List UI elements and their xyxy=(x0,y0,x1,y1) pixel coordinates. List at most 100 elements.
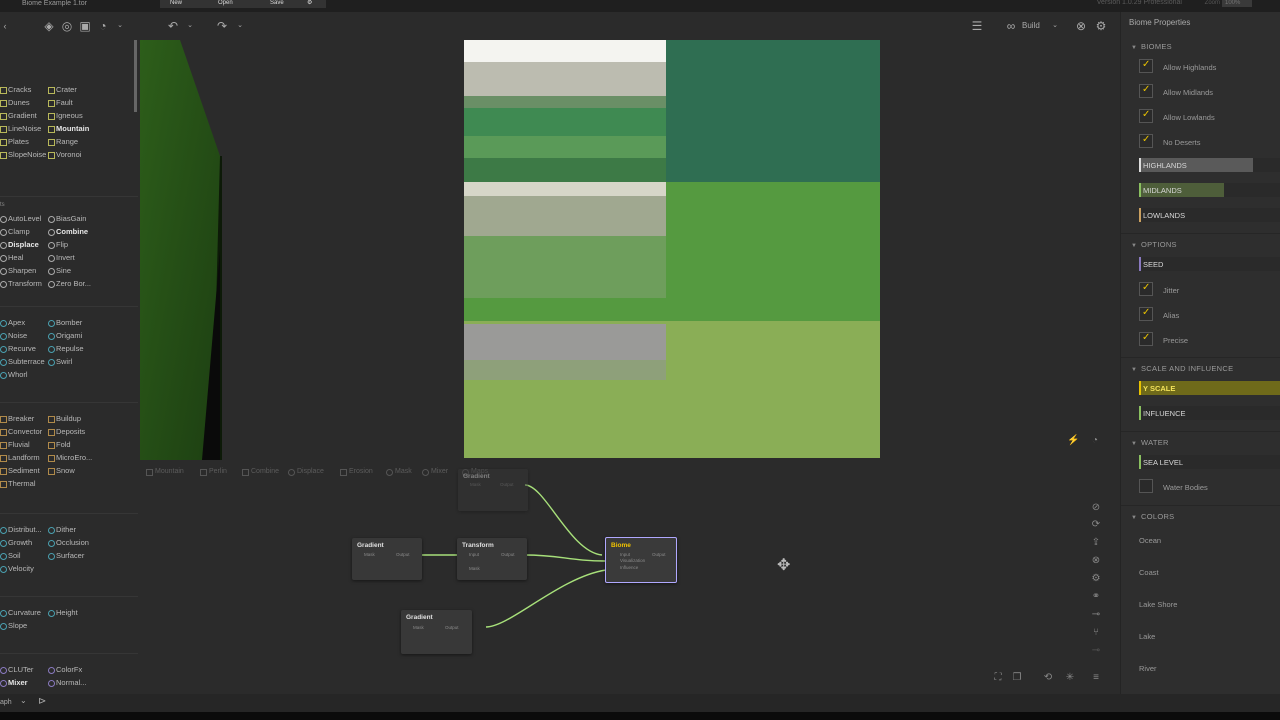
connect-icon[interactable]: ⊸ xyxy=(1090,609,1102,621)
disable-icon[interactable]: ⊘ xyxy=(1090,502,1102,514)
library-item-thermal[interactable]: Thermal xyxy=(0,479,36,489)
library-item-swirl[interactable]: Swirl xyxy=(48,357,72,367)
library-item-invert[interactable]: Invert xyxy=(48,253,75,263)
undo-icon[interactable]: ↶ xyxy=(166,19,180,33)
filter-mixer[interactable]: Mixer xyxy=(422,467,448,477)
influence-slider[interactable]: INFLUENCE xyxy=(1139,406,1280,420)
library-item-fault[interactable]: Fault xyxy=(48,98,73,108)
color-row-lake[interactable]: Lake xyxy=(1139,632,1155,641)
layout-icon[interactable]: ☰ xyxy=(970,19,984,33)
filter-erosion[interactable]: Erosion xyxy=(340,467,373,477)
fit-view-icon[interactable]: ⛶ xyxy=(992,672,1004,684)
target-icon[interactable]: ⊗ xyxy=(1074,19,1088,33)
library-item-noise[interactable]: Noise xyxy=(0,331,27,341)
library-item-transform[interactable]: Transform xyxy=(0,279,42,289)
library-item-range[interactable]: Range xyxy=(48,137,78,147)
merge-icon[interactable]: ⊸ xyxy=(1090,645,1102,657)
library-item-breaker[interactable]: Breaker xyxy=(0,414,34,424)
library-item-distribut[interactable]: Distribut... xyxy=(0,525,42,535)
color-row-ocean[interactable]: Ocean xyxy=(1139,536,1161,545)
library-item-landform[interactable]: Landform xyxy=(0,453,40,463)
refresh-icon[interactable]: ⟲ xyxy=(1042,672,1054,684)
highlands-slider[interactable]: HIGHLANDS xyxy=(1139,158,1280,172)
menu-icon[interactable]: ≡ xyxy=(1090,672,1102,684)
library-item-recurve[interactable]: Recurve xyxy=(0,344,36,354)
library-item-slopenoise[interactable]: SlopeNoise xyxy=(0,150,46,160)
library-item-biasgain[interactable]: BiasGain xyxy=(48,214,86,224)
graph-tab-chevron-icon[interactable]: ⌄ xyxy=(20,696,27,705)
gradient-node-bottom[interactable]: Gradient Mask Output xyxy=(401,610,472,654)
undo-history-chevron-icon[interactable]: ⌄ xyxy=(183,19,197,33)
frame-icon[interactable]: ❐ xyxy=(1011,672,1023,684)
library-item-flip[interactable]: Flip xyxy=(48,240,68,250)
camera-icon[interactable]: ▣ xyxy=(78,19,92,33)
redo-icon[interactable]: ↷ xyxy=(215,19,229,33)
allow-midlands-checkbox[interactable] xyxy=(1139,84,1153,98)
bolt-icon[interactable]: ⚡ xyxy=(1067,435,1079,447)
library-item-whorl[interactable]: Whorl xyxy=(0,370,28,380)
option-jitter-checkbox[interactable] xyxy=(1139,282,1153,296)
library-item-sine[interactable]: Sine xyxy=(48,266,71,276)
library-item-voronoi[interactable]: Voronoi xyxy=(48,150,81,160)
allow-lowlands-checkbox[interactable] xyxy=(1139,109,1153,123)
color-row-river[interactable]: River xyxy=(1139,664,1157,673)
chevron-down-icon[interactable]: ⌄ xyxy=(113,19,127,33)
library-item-microero[interactable]: MicroEro... xyxy=(48,453,92,463)
back-chevron-icon[interactable]: ‹ xyxy=(0,19,10,33)
section-options[interactable]: ▼ OPTIONS xyxy=(1131,240,1177,249)
settings-icon[interactable]: ⚙ xyxy=(1090,573,1102,585)
library-item-height[interactable]: Height xyxy=(48,608,78,618)
library-item-occlusion[interactable]: Occlusion xyxy=(48,538,89,548)
filter-mask[interactable]: Mask xyxy=(386,467,412,477)
settings-gear-icon[interactable]: ⚙ xyxy=(1094,19,1108,33)
filter-displace[interactable]: Displace xyxy=(288,467,324,477)
lowlands-slider[interactable]: LOWLANDS xyxy=(1139,208,1280,222)
library-item-gradient[interactable]: Gradient xyxy=(0,111,37,121)
play-icon[interactable]: ⊳ xyxy=(38,696,46,707)
color-row-coast[interactable]: Coast xyxy=(1139,568,1159,577)
link-icon[interactable]: ∞ xyxy=(1004,19,1018,33)
magic-icon[interactable]: ✳ xyxy=(1064,672,1076,684)
library-item-mixer[interactable]: Mixer xyxy=(0,678,28,688)
build-button[interactable]: Build xyxy=(1022,21,1040,30)
sea-level-slider[interactable]: SEA LEVEL xyxy=(1139,455,1280,469)
section-water[interactable]: ▼ WATER xyxy=(1131,438,1169,447)
library-item-snow[interactable]: Snow xyxy=(48,466,75,476)
library-item-subterrace[interactable]: Subterrace xyxy=(0,357,45,367)
allow-highlands-checkbox[interactable] xyxy=(1139,59,1153,73)
export-icon[interactable]: ⇪ xyxy=(1090,537,1102,549)
gradient-node-top[interactable]: Gradient Mask Output xyxy=(458,469,528,511)
section-colors[interactable]: ▼ COLORS xyxy=(1131,512,1174,521)
library-item-cluter[interactable]: CLUTer xyxy=(0,665,33,675)
section-biomes[interactable]: ▼ BIOMES xyxy=(1131,42,1172,51)
library-item-apex[interactable]: Apex xyxy=(0,318,25,328)
library-scrollbar[interactable] xyxy=(134,40,137,112)
library-item-plates[interactable]: Plates xyxy=(0,137,29,147)
option-alias-checkbox[interactable] xyxy=(1139,307,1153,321)
library-item-igneous[interactable]: Igneous xyxy=(48,111,83,121)
library-item-displace[interactable]: Displace xyxy=(0,240,39,250)
graph-tab-label[interactable]: aph xyxy=(0,699,12,706)
library-item-convector[interactable]: Convector xyxy=(0,427,42,437)
library-item-combine[interactable]: Combine xyxy=(48,227,88,237)
library-item-mountain[interactable]: Mountain xyxy=(48,124,89,134)
color-row-lake-shore[interactable]: Lake Shore xyxy=(1139,600,1177,609)
cycle-icon[interactable]: ⟳ xyxy=(1090,519,1102,531)
library-item-sediment[interactable]: Sediment xyxy=(0,466,40,476)
library-item-bomber[interactable]: Bomber xyxy=(48,318,82,328)
library-item-clamp[interactable]: Clamp xyxy=(0,227,30,237)
filter-mountain[interactable]: Mountain xyxy=(146,467,184,477)
filter-combine[interactable]: Combine xyxy=(242,467,279,477)
library-item-fluvial[interactable]: Fluvial xyxy=(0,440,30,450)
midlands-slider[interactable]: MIDLANDS xyxy=(1139,183,1280,197)
zoom-select[interactable]: 100% xyxy=(1222,0,1252,7)
library-item-soil[interactable]: Soil xyxy=(0,551,21,561)
viewport-3d[interactable] xyxy=(140,40,222,460)
water-bodies-checkbox[interactable] xyxy=(1139,479,1153,493)
seed-slider[interactable]: SEED xyxy=(1139,257,1280,271)
preview-refresh-icon[interactable]: ◔ xyxy=(1089,435,1101,447)
library-item-heal[interactable]: Heal xyxy=(0,253,23,263)
branch-icon[interactable]: ⑂ xyxy=(1090,627,1102,639)
filter-perlin[interactable]: Perlin xyxy=(200,467,227,477)
gradient-node-left[interactable]: Gradient Mask Output xyxy=(352,538,422,580)
